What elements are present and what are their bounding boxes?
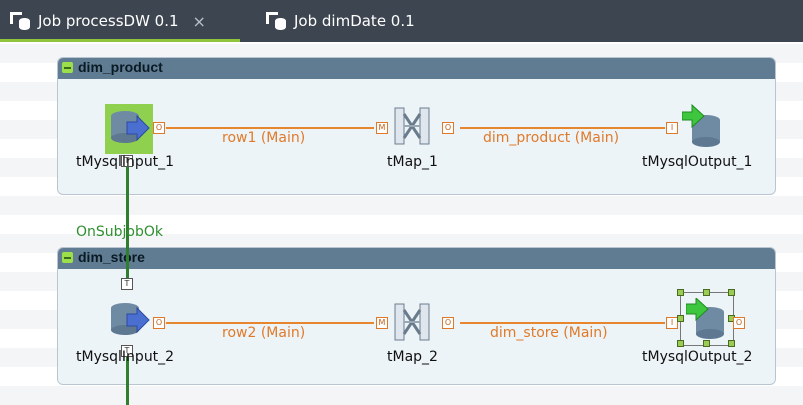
output-port[interactable]: O [153,122,165,134]
main-input-port[interactable]: M [376,317,388,329]
close-icon[interactable]: × [193,12,206,31]
tmap-icon[interactable] [392,104,432,148]
resize-handle[interactable] [677,340,684,347]
flow-label[interactable]: dim_store (Main) [490,325,608,341]
flow-link-dim-product[interactable] [460,127,665,129]
tab-job-dimdate[interactable]: Job dimDate 0.1 [256,0,446,42]
flow-label[interactable]: row1 (Main) [222,130,305,146]
tab-job-processdw[interactable]: Job processDW 0.1 × [0,0,240,42]
component-label[interactable]: tMap_2 [387,349,438,365]
tmap-icon[interactable] [392,300,432,344]
input-port[interactable]: I [666,122,678,134]
job-designer-canvas[interactable]: dim_product dim_store O T tMysqlInput_1 … [0,42,803,405]
trigger-label[interactable]: OnSubjobOk [76,224,163,240]
component-label[interactable]: tMap_1 [387,154,438,170]
resize-handle[interactable] [677,289,684,296]
mysql-input-icon[interactable] [105,300,153,344]
subjob-header[interactable]: dim_store [58,248,775,269]
collapse-icon[interactable] [62,62,73,73]
output-port[interactable]: O [153,317,165,329]
subjob-title: dim_product [78,59,163,75]
main-input-port[interactable]: M [376,122,388,134]
job-icon [264,10,294,32]
component-label[interactable]: tMysqlInput_1 [76,154,174,170]
tab-label: Job dimDate 0.1 [294,12,415,30]
resize-handle[interactable] [728,289,735,296]
collapse-icon[interactable] [62,252,73,263]
tab-label: Job processDW 0.1 [38,12,179,30]
mysql-output-icon[interactable] [686,298,730,342]
editor-tab-bar: Job processDW 0.1 × Job dimDate 0.1 [0,0,803,42]
flow-link-row2[interactable] [166,322,374,324]
output-port[interactable]: O [442,122,454,134]
resize-handle[interactable] [677,315,684,322]
mysql-output-icon[interactable] [682,104,726,150]
flow-link-row1[interactable] [166,127,374,129]
trigger-port[interactable]: T [121,278,133,290]
output-port[interactable]: O [442,317,454,329]
component-label[interactable]: tMysqlInput_2 [76,349,174,365]
component-label[interactable]: tMysqlOutput_1 [642,154,752,170]
subjob-title: dim_store [78,249,145,265]
resize-handle[interactable] [703,289,710,296]
output-port[interactable]: O [733,317,745,329]
trigger-link-onsubjobok[interactable] [126,162,129,282]
job-icon [8,10,38,32]
component-label[interactable]: tMysqlOutput_2 [642,349,752,365]
flow-label[interactable]: row2 (Main) [222,325,305,341]
subjob-header[interactable]: dim_product [58,58,775,79]
mysql-input-icon[interactable] [105,104,153,154]
flow-label[interactable]: dim_product (Main) [483,130,619,146]
flow-link-dim-store[interactable] [460,322,665,324]
